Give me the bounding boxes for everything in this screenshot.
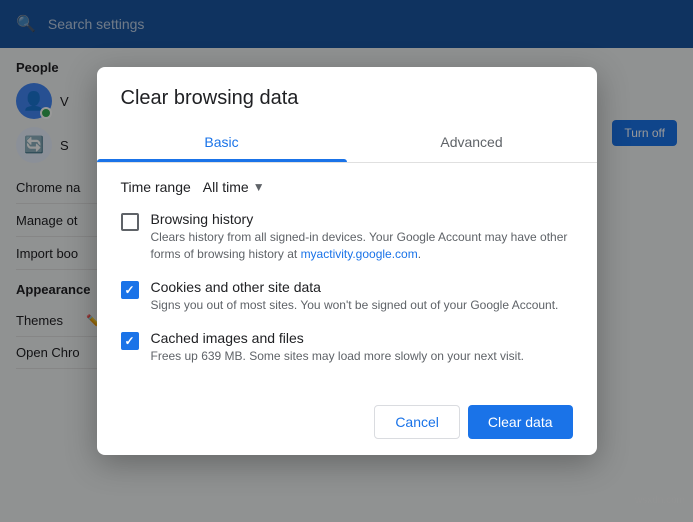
time-range-label: Time range [121,179,191,195]
dialog-title: Clear browsing data [97,67,597,110]
tab-advanced[interactable]: Advanced [347,122,597,162]
browsing-history-desc: Clears history from all signed-in device… [151,229,573,263]
cached-title: Cached images and files [151,330,573,346]
time-range-select[interactable]: All time ▼ [203,179,265,195]
time-range-value: All time [203,179,249,195]
clear-data-button[interactable]: Clear data [468,405,573,439]
dropdown-arrow-icon: ▼ [253,180,265,194]
cookies-desc: Signs you out of most sites. You won't b… [151,297,573,314]
browsing-history-checkbox[interactable] [121,213,139,231]
cookies-title: Cookies and other site data [151,279,573,295]
cookies-item: Cookies and other site data Signs you ou… [121,279,573,314]
tab-basic[interactable]: Basic [97,122,347,162]
watermark: wsxdn.com [635,495,685,506]
cached-desc: Frees up 639 MB. Some sites may load mor… [151,348,573,365]
clear-browsing-data-dialog: Clear browsing data Basic Advanced Time … [97,67,597,454]
myactivity-link[interactable]: myactivity.google.com [301,247,418,261]
cookies-checkbox[interactable] [121,281,139,299]
dialog-footer: Cancel Clear data [97,397,597,455]
browsing-history-item: Browsing history Clears history from all… [121,211,573,263]
dialog-tabs: Basic Advanced [97,122,597,163]
browsing-history-content: Browsing history Clears history from all… [151,211,573,263]
modal-overlay: Clear browsing data Basic Advanced Time … [0,0,693,522]
cached-content: Cached images and files Frees up 639 MB.… [151,330,573,365]
cancel-button[interactable]: Cancel [374,405,460,439]
cookies-content: Cookies and other site data Signs you ou… [151,279,573,314]
time-range-row: Time range All time ▼ [121,179,573,195]
dialog-body: Time range All time ▼ Browsing history C… [97,163,597,396]
cached-checkbox[interactable] [121,332,139,350]
cached-item: Cached images and files Frees up 639 MB.… [121,330,573,365]
browsing-history-title: Browsing history [151,211,573,227]
